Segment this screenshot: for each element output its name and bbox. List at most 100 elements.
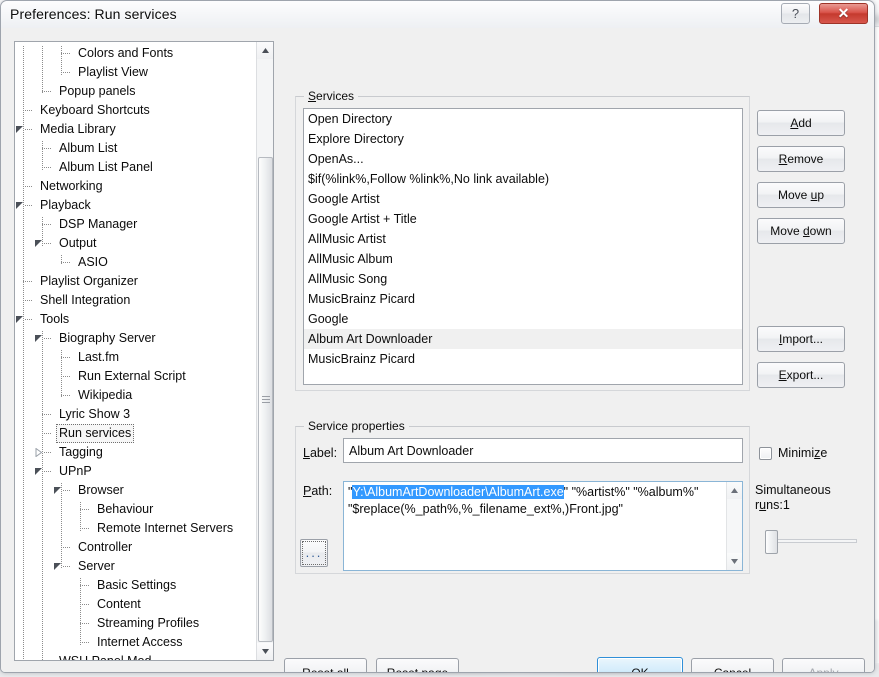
sidebar-item-streaming-profiles[interactable]: Streaming Profiles bbox=[15, 614, 258, 633]
apply-button: Apply bbox=[782, 658, 865, 672]
sidebar-item-upnp[interactable]: UPnP bbox=[15, 462, 258, 481]
sidebar-item-lastfm[interactable]: Last.fm bbox=[15, 348, 258, 367]
tree-connector-line bbox=[42, 433, 52, 434]
sidebar-item-internet-access[interactable]: Internet Access bbox=[15, 633, 258, 652]
path-scroll-down-arrow-icon[interactable] bbox=[727, 553, 742, 570]
sidebar-item-browser[interactable]: Browser bbox=[15, 481, 258, 500]
simultaneous-runs-line1: Simultaneous bbox=[755, 483, 831, 497]
tree-scrollbar-thumb[interactable] bbox=[258, 157, 273, 642]
sidebar-item-run-services[interactable]: Run services bbox=[15, 424, 258, 443]
tree-connector-line bbox=[61, 357, 71, 358]
ok-button[interactable]: OK bbox=[597, 657, 683, 673]
tree-node-container: Colors and Fonts Playlist View Popup panel… bbox=[15, 44, 258, 660]
service-list-item[interactable]: AllMusic Album bbox=[304, 249, 742, 269]
remove-button[interactable]: Remove bbox=[757, 146, 845, 172]
sidebar-item-label: Wikipedia bbox=[78, 388, 133, 402]
move-up-button[interactable]: Move up bbox=[757, 182, 845, 208]
sidebar-item-album-list[interactable]: Album List bbox=[15, 139, 258, 158]
sidebar-item-label: DSP Manager bbox=[59, 217, 138, 231]
sidebar-item-tools[interactable]: Tools bbox=[15, 310, 258, 329]
sidebar-item-biography-server[interactable]: Biography Server bbox=[15, 329, 258, 348]
path-scrollbar[interactable] bbox=[726, 482, 742, 570]
sidebar-item-dsp-manager[interactable]: DSP Manager bbox=[15, 215, 258, 234]
browse-path-button[interactable]: ... bbox=[300, 539, 328, 567]
sidebar-item-behaviour[interactable]: Behaviour bbox=[15, 500, 258, 519]
service-list-item[interactable]: Google Artist + Title bbox=[304, 209, 742, 229]
services-group-legend: Services bbox=[304, 89, 359, 103]
scroll-down-arrow-icon[interactable] bbox=[257, 643, 273, 660]
tree-trunk-line bbox=[61, 350, 62, 398]
preferences-tree[interactable]: Colors and Fonts Playlist View Popup panel… bbox=[14, 41, 274, 661]
sidebar-item-label: Content bbox=[97, 597, 141, 611]
import-button[interactable]: Import... bbox=[757, 326, 845, 352]
sidebar-item-label: ASIO bbox=[78, 255, 108, 269]
sidebar-item-popup-panels[interactable]: Popup panels bbox=[15, 82, 258, 101]
services-legend-rest: ervices bbox=[316, 89, 355, 103]
ok-button-label: OK bbox=[631, 665, 649, 673]
sidebar-item-media-library[interactable]: Media Library bbox=[15, 120, 258, 139]
tree-scrollbar[interactable] bbox=[256, 42, 273, 660]
service-list-item[interactable]: MusicBrainz Picard bbox=[304, 349, 742, 369]
sidebar-item-label: Shell Integration bbox=[40, 293, 131, 307]
service-list-item[interactable]: MusicBrainz Picard bbox=[304, 289, 742, 309]
tree-connector-line bbox=[42, 414, 52, 415]
sidebar-item-lyric-show-3[interactable]: Lyric Show 3 bbox=[15, 405, 258, 424]
sidebar-item-networking[interactable]: Networking bbox=[15, 177, 258, 196]
service-list-item[interactable]: AllMusic Artist bbox=[304, 229, 742, 249]
sidebar-item-tagging[interactable]: Tagging bbox=[15, 443, 258, 462]
tree-connector-line bbox=[61, 72, 71, 73]
sidebar-item-playlist-view[interactable]: Playlist View bbox=[15, 63, 258, 82]
label-input[interactable] bbox=[343, 438, 743, 463]
tree-connector-line bbox=[61, 53, 71, 54]
service-list-item[interactable]: OpenAs... bbox=[304, 149, 742, 169]
tree-connector-line bbox=[23, 281, 33, 282]
cancel-button[interactable]: Cancel bbox=[691, 658, 774, 672]
sidebar-item-label: Playlist View bbox=[78, 65, 148, 79]
sidebar-item-remote-internet-servers[interactable]: Remote Internet Servers bbox=[15, 519, 258, 538]
tree-connector-line bbox=[25, 205, 33, 206]
path-textarea[interactable]: "Y:\AlbumArtDownloader\AlbumArt.exe" "%a… bbox=[343, 481, 743, 571]
reset-page-button[interactable]: Reset page bbox=[376, 658, 459, 672]
minimize-checkbox[interactable] bbox=[759, 446, 772, 460]
sidebar-item-wikipedia[interactable]: Wikipedia bbox=[15, 386, 258, 405]
sidebar-item-label: UPnP bbox=[59, 464, 92, 478]
sidebar-item-controller[interactable]: Controller bbox=[15, 538, 258, 557]
slider-thumb[interactable] bbox=[765, 530, 778, 554]
sidebar-item-shell-integration[interactable]: Shell Integration bbox=[15, 291, 258, 310]
simultaneous-runs-slider[interactable] bbox=[763, 528, 859, 554]
service-list-item[interactable]: AllMusic Song bbox=[304, 269, 742, 289]
sidebar-item-basic-settings[interactable]: Basic Settings bbox=[15, 576, 258, 595]
reset-all-button[interactable]: Reset all bbox=[284, 658, 367, 672]
sidebar-item-asio[interactable]: ASIO bbox=[15, 253, 258, 272]
tree-connector-line bbox=[42, 148, 52, 149]
sidebar-item-label: Popup panels bbox=[59, 84, 136, 98]
services-listbox[interactable]: Open Directory Explore Directory OpenAs...… bbox=[303, 108, 743, 385]
help-button[interactable]: ? bbox=[781, 3, 810, 24]
path-text-content: "Y:\AlbumArtDownloader\AlbumArt.exe" "%a… bbox=[348, 484, 716, 518]
sidebar-item-colors-and-fonts[interactable]: Colors and Fonts bbox=[15, 44, 258, 63]
export-button[interactable]: Export... bbox=[757, 362, 845, 388]
path-scroll-up-arrow-icon[interactable] bbox=[727, 482, 742, 499]
service-list-item[interactable]: Google bbox=[304, 309, 742, 329]
sidebar-item-album-list-panel[interactable]: Album List Panel bbox=[15, 158, 258, 177]
service-list-item[interactable]: $if(%link%,Follow %link%,No link availab… bbox=[304, 169, 742, 189]
sidebar-item-playlist-organizer[interactable]: Playlist Organizer bbox=[15, 272, 258, 291]
sidebar-item-run-external-script[interactable]: Run External Script bbox=[15, 367, 258, 386]
sidebar-item-server[interactable]: Server bbox=[15, 557, 258, 576]
scroll-up-arrow-icon[interactable] bbox=[257, 42, 273, 59]
sidebar-item-output[interactable]: Output bbox=[15, 234, 258, 253]
export-button-label: Export... bbox=[778, 368, 824, 382]
service-list-item[interactable]: Open Directory bbox=[304, 109, 742, 129]
sidebar-item-label: Behaviour bbox=[97, 502, 154, 516]
sidebar-item-wsh-panel-mod[interactable]: WSH Panel Mod bbox=[15, 652, 258, 660]
add-button[interactable]: Add bbox=[757, 110, 845, 136]
service-list-item[interactable]: Album Art Downloader bbox=[304, 329, 742, 349]
close-button[interactable]: ✕ bbox=[819, 3, 868, 24]
minimize-checkbox-row[interactable]: Minimize bbox=[759, 446, 827, 460]
service-list-item[interactable]: Explore Directory bbox=[304, 129, 742, 149]
move-down-button[interactable]: Move down bbox=[757, 218, 845, 244]
sidebar-item-playback[interactable]: Playback bbox=[15, 196, 258, 215]
sidebar-item-content[interactable]: Content bbox=[15, 595, 258, 614]
sidebar-item-keyboard-shortcuts[interactable]: Keyboard Shortcuts bbox=[15, 101, 258, 120]
service-list-item[interactable]: Google Artist bbox=[304, 189, 742, 209]
